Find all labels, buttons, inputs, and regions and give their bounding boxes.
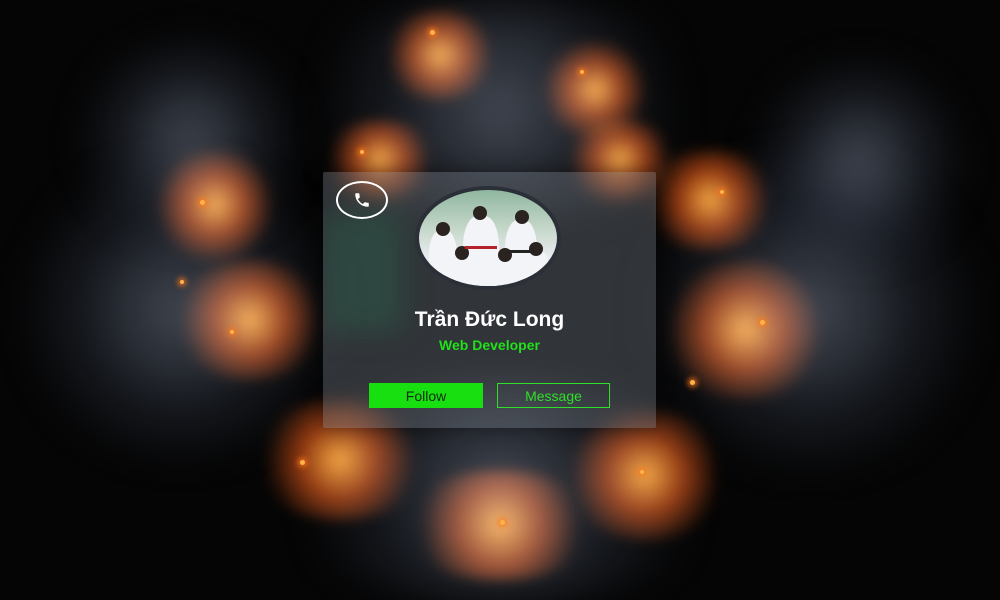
message-button[interactable]: Message [497, 383, 610, 408]
profile-name: Trần Đức Long [414, 308, 565, 331]
avatar [415, 186, 561, 290]
call-button[interactable] [336, 181, 388, 219]
profile-card: Trần Đức Long Web Developer Follow Messa… [323, 172, 656, 428]
follow-button[interactable]: Follow [369, 383, 483, 408]
profile-role: Web Developer [439, 337, 540, 353]
phone-icon [355, 193, 369, 207]
